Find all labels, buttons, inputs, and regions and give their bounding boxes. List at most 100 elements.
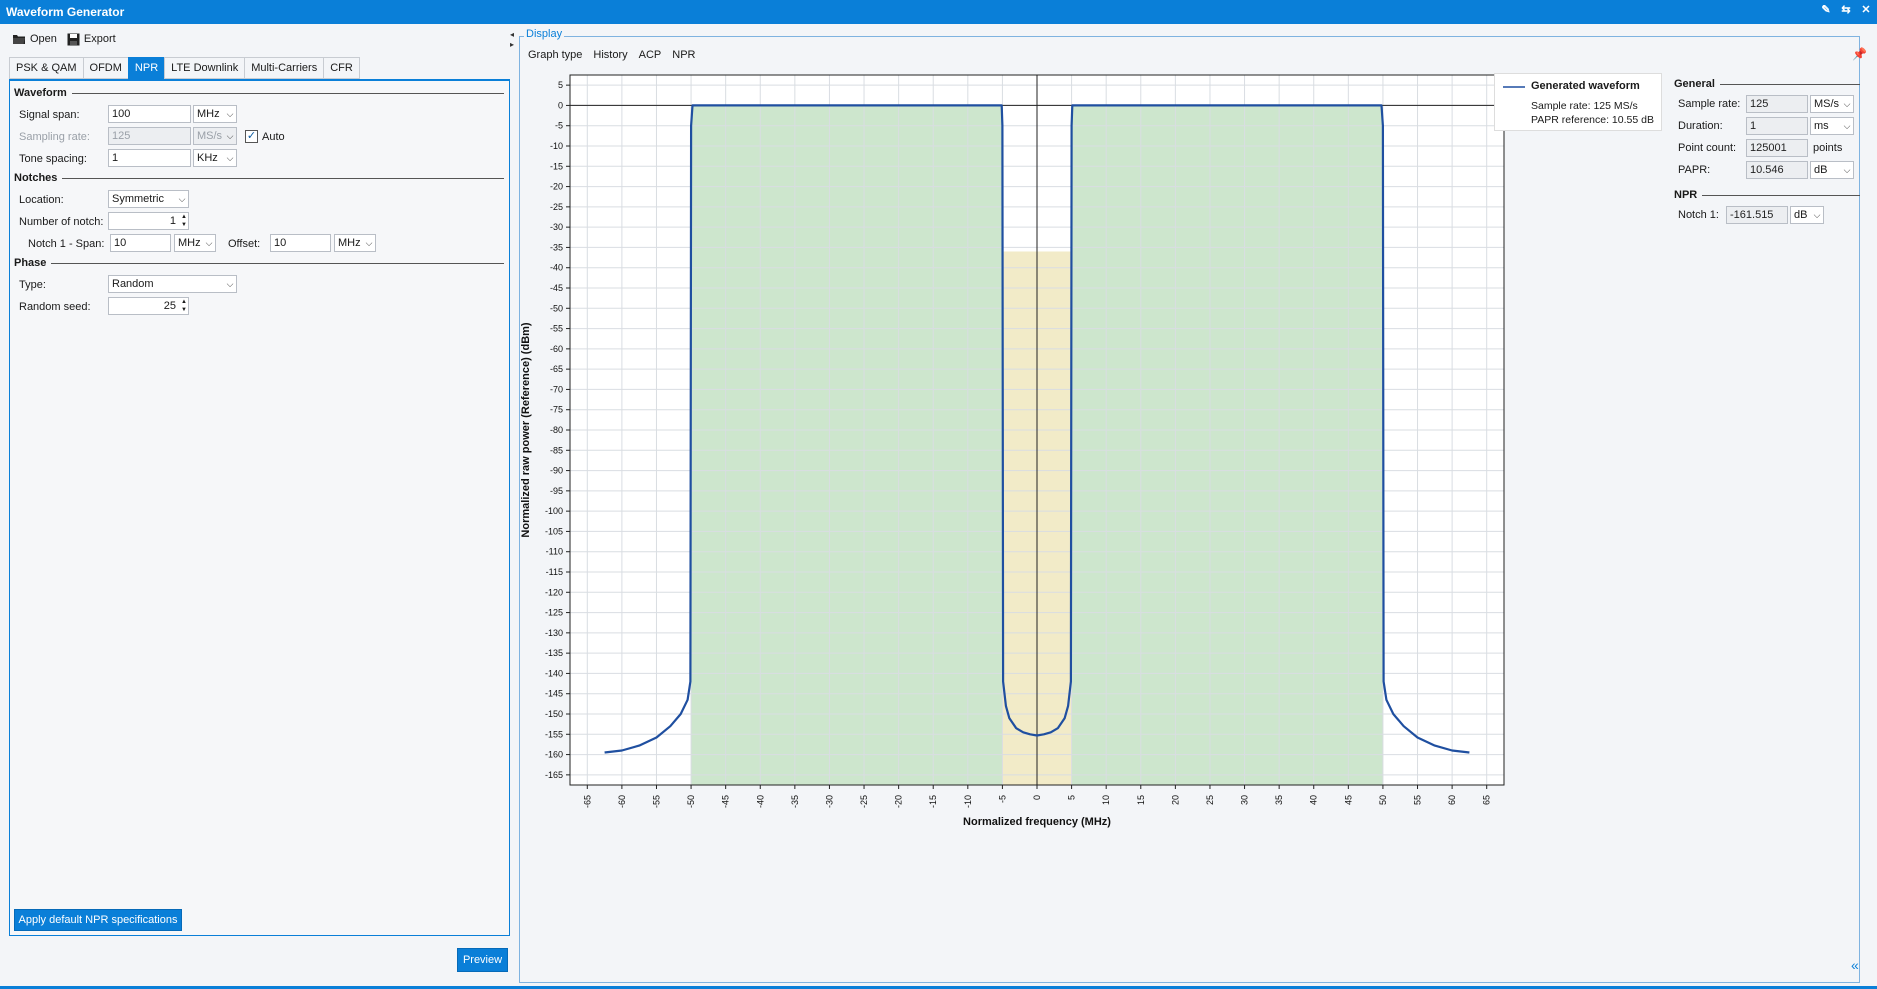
chevron-down-icon: ⌵ — [1813, 209, 1821, 220]
phase-section: Phase — [14, 257, 504, 269]
phase-type-select[interactable]: Random ⌵ — [108, 275, 237, 293]
offset-unit-select[interactable]: MHz ⌵ — [334, 234, 376, 252]
duration-value: 1 — [1746, 117, 1808, 135]
x-tick-label: -25 — [859, 795, 869, 808]
tab-lte-downlink[interactable]: LTE Downlink — [164, 57, 245, 79]
tab-cfr[interactable]: CFR — [323, 57, 360, 79]
x-tick-label: 5 — [1067, 795, 1077, 800]
stepper-arrows-icon[interactable]: ▲ ▼ — [181, 298, 187, 314]
duration-unit-select[interactable]: ms ⌵ — [1810, 117, 1854, 135]
x-tick-label: -60 — [617, 795, 627, 808]
y-tick-label: -10 — [550, 141, 563, 151]
legend-papr-reference: PAPR reference: 10.55 dB — [1531, 114, 1654, 126]
chevron-down-icon: ⌵ — [1843, 120, 1851, 131]
history-menu[interactable]: History — [593, 49, 627, 61]
general-section: General — [1674, 78, 1860, 90]
x-tick-label: 50 — [1378, 795, 1388, 805]
papr-label: PAPR: — [1678, 164, 1711, 176]
offset-input[interactable]: 10 — [270, 234, 331, 252]
tab-npr[interactable]: NPR — [127, 57, 165, 79]
number-of-notch-stepper[interactable]: 1 ▲ ▼ — [108, 212, 189, 230]
signal-band — [1071, 105, 1383, 785]
x-tick-label: -30 — [824, 795, 834, 808]
signal-span-input[interactable]: 100 — [108, 105, 191, 123]
preview-button[interactable]: Preview — [457, 948, 508, 972]
close-icon[interactable]: ✕ — [1859, 3, 1873, 16]
folder-icon — [13, 35, 25, 44]
export-button[interactable]: Export — [67, 33, 116, 46]
npr-menu[interactable]: NPR — [672, 49, 695, 61]
sample-rate-label: Sample rate: — [1678, 98, 1741, 110]
y-tick-label: -155 — [545, 729, 563, 739]
float-icon[interactable]: ⇆ — [1839, 3, 1853, 16]
y-tick-label: -30 — [550, 222, 563, 232]
y-tick-label: -150 — [545, 709, 563, 719]
y-tick-label: -55 — [550, 324, 563, 334]
y-tick-label: -115 — [546, 567, 563, 577]
x-tick-label: 15 — [1136, 795, 1146, 805]
point-count-label: Point count: — [1678, 142, 1737, 154]
collapse-panel-icon[interactable]: ◂ ▸ — [510, 30, 514, 50]
sample-rate-unit-select[interactable]: MS/s ⌵ — [1810, 95, 1854, 113]
graph-type-menu[interactable]: Graph type — [528, 49, 582, 61]
y-tick-label: -125 — [545, 608, 563, 618]
sample-rate-value: 125 — [1746, 95, 1808, 113]
y-tick-label: -140 — [545, 668, 563, 678]
location-select[interactable]: Symmetric ⌵ — [108, 190, 189, 208]
edit-icon[interactable]: ✎ — [1819, 3, 1833, 16]
signal-span-unit-select[interactable]: MHz ⌵ — [193, 105, 237, 123]
tone-spacing-input[interactable]: 1 — [108, 149, 191, 167]
y-tick-label: -25 — [550, 202, 563, 212]
y-tick-label: -35 — [550, 242, 563, 252]
y-tick-label: 0 — [558, 100, 563, 110]
notch1-span-input[interactable]: 10 — [110, 234, 171, 252]
y-tick-label: -20 — [550, 182, 563, 192]
tab-ofdm[interactable]: OFDM — [82, 57, 128, 79]
spectrum-chart: 5 0 -5 -10 -15 -20 -25 -30 -35 -40 -45 -50 -55 -60 -65… — [520, 70, 1670, 980]
notch1-span-label: Notch 1 - Span: — [28, 238, 105, 250]
papr-unit-select[interactable]: dB ⌵ — [1810, 161, 1854, 179]
x-tick-label: 0 — [1032, 795, 1042, 800]
y-tick-label: -130 — [545, 628, 563, 638]
sampling-rate-unit-select: MS/s ⌵ — [193, 127, 237, 145]
notch1-span-unit-select[interactable]: MHz ⌵ — [174, 234, 216, 252]
y-tick-label: -95 — [550, 486, 563, 496]
chevron-down-icon: ⌵ — [226, 108, 234, 119]
pin-icon[interactable]: 📌 — [1852, 47, 1867, 61]
point-count-value: 125001 — [1746, 139, 1808, 157]
apply-default-npr-button[interactable]: Apply default NPR specifications — [14, 909, 182, 931]
y-tick-label: -80 — [550, 425, 563, 435]
y-tick-label: 5 — [558, 80, 563, 90]
chart-legend: Generated waveform Sample rate: 125 MS/s… — [1494, 73, 1662, 131]
tone-spacing-unit-select[interactable]: KHz ⌵ — [193, 149, 237, 167]
tab-multi-carriers[interactable]: Multi-Carriers — [244, 57, 324, 79]
acp-menu[interactable]: ACP — [639, 49, 662, 61]
auto-checkbox[interactable]: ✓ — [245, 130, 258, 143]
tab-psk-qam[interactable]: PSK & QAM — [9, 57, 83, 79]
generator-tabs: PSK & QAM OFDM NPR LTE Downlink Multi-Ca… — [9, 57, 360, 79]
expand-panel-icon[interactable]: « — [1851, 957, 1859, 973]
y-tick-label: -90 — [550, 466, 563, 476]
location-label: Location: — [19, 194, 64, 206]
stepper-arrows-icon[interactable]: ▲ ▼ — [181, 213, 187, 229]
chevron-down-icon: ⌵ — [226, 130, 234, 141]
x-axis-label: Normalized frequency (MHz) — [963, 816, 1111, 828]
signal-span-label: Signal span: — [19, 109, 80, 121]
x-tick-label: 35 — [1274, 795, 1284, 805]
window-titlebar: Waveform Generator ✎ ⇆ ✕ — [0, 0, 1877, 24]
y-tick-label: -160 — [545, 750, 563, 760]
y-tick-label: -85 — [550, 445, 563, 455]
x-tick-label: -45 — [721, 795, 731, 808]
papr-value: 10.546 — [1746, 161, 1808, 179]
open-label: Open — [30, 33, 57, 45]
y-tick-label: -15 — [550, 161, 563, 171]
open-button[interactable]: Open — [12, 33, 57, 45]
x-tick-label: 45 — [1343, 795, 1353, 805]
random-seed-stepper[interactable]: 25 ▲ ▼ — [108, 297, 189, 315]
x-tick-label: -55 — [651, 795, 661, 808]
window-title: Waveform Generator — [6, 5, 125, 19]
notch1-npr-unit-select[interactable]: dB ⌵ — [1790, 206, 1824, 224]
y-tick-label: -105 — [545, 526, 563, 536]
notch1-npr-value: -161.515 — [1726, 206, 1788, 224]
legend-line-swatch — [1503, 86, 1525, 88]
